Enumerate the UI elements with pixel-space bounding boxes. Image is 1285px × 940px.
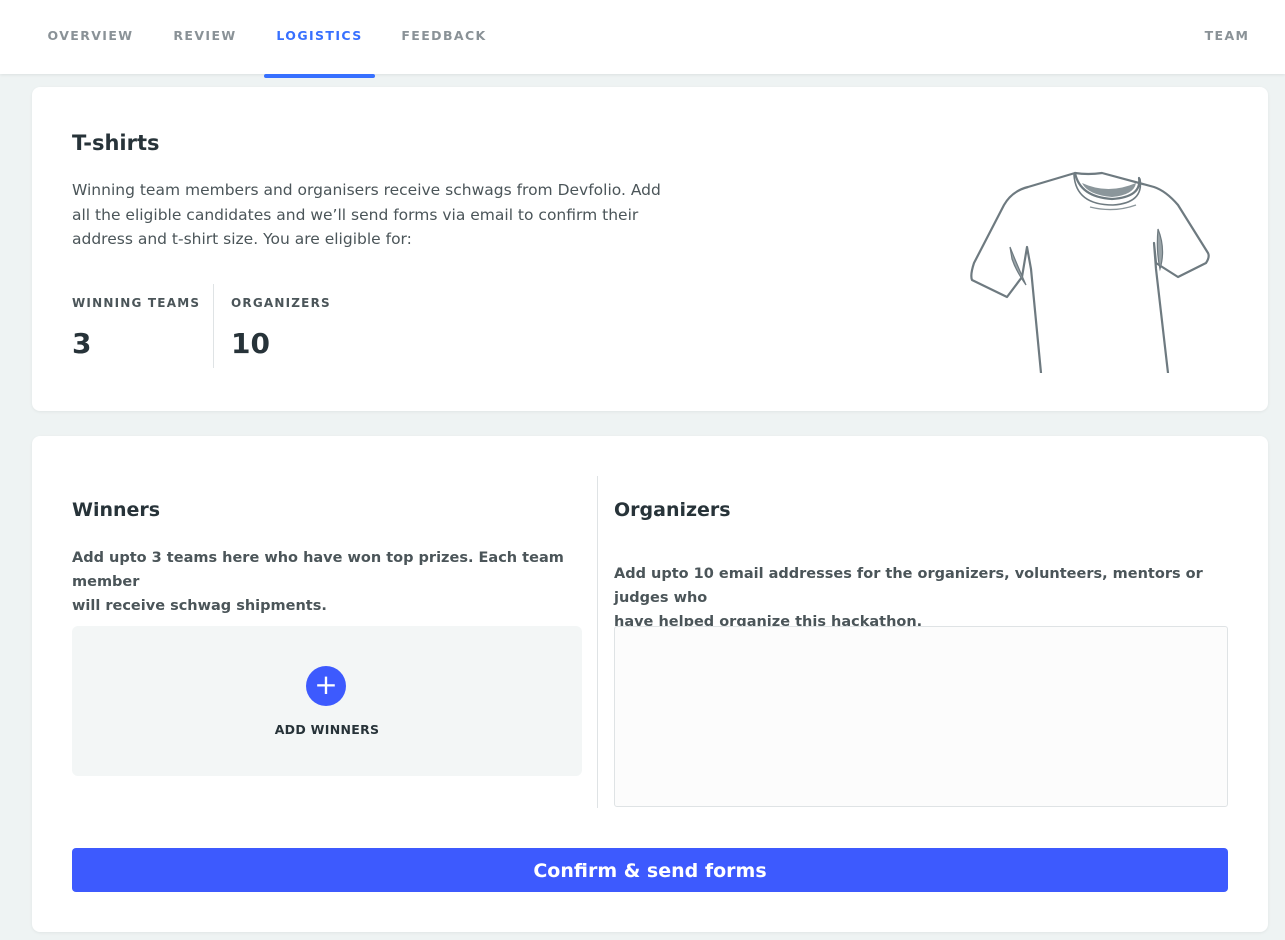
tshirts-card: T-shirts Winning team members and organi… [32, 87, 1268, 411]
tshirts-description-line: address and t-shirt size. You are eligib… [72, 230, 412, 248]
tshirt-icon [970, 171, 1210, 373]
stat-divider [213, 284, 214, 368]
column-divider [597, 476, 598, 808]
organizers-label: ORGANIZERS [231, 296, 331, 310]
recipients-card: Winners Add upto 3 teams here who have w… [32, 436, 1268, 932]
organizer-emails-input[interactable] [614, 626, 1228, 807]
tab-team[interactable]: TEAM [1190, 0, 1264, 74]
winners-description: Add upto 3 teams here who have won top p… [72, 546, 584, 618]
tab-review[interactable]: REVIEW [160, 0, 250, 74]
tab-feedback[interactable]: FEEDBACK [388, 0, 500, 74]
organizers-description: Add upto 10 email addresses for the orga… [614, 562, 1234, 634]
winners-description-line: Add upto 3 teams here who have won top p… [72, 550, 564, 590]
confirm-send-forms-button[interactable]: Confirm & send forms [72, 848, 1228, 892]
tab-overview[interactable]: OVERVIEW [34, 0, 147, 74]
tshirts-description: Winning team members and organisers rece… [72, 178, 712, 252]
tshirts-description-line: Winning team members and organisers rece… [72, 181, 661, 199]
active-tab-indicator [264, 74, 375, 78]
winners-description-line: will receive schwag shipments. [72, 598, 327, 614]
organizers-description-line: Add upto 10 email addresses for the orga… [614, 566, 1203, 606]
tshirts-title: T-shirts [72, 131, 160, 155]
winning-teams-count: 3 [72, 327, 92, 360]
tab-logistics[interactable]: LOGISTICS [264, 0, 375, 74]
organizers-count: 10 [231, 327, 270, 360]
add-winners-label: ADD WINNERS [274, 722, 380, 737]
top-navigation: OVERVIEW REVIEW LOGISTICS FEEDBACK TEAM [0, 0, 1285, 74]
winners-title: Winners [72, 499, 161, 521]
organizers-title: Organizers [614, 499, 731, 521]
tshirts-description-line: all the eligible candidates and we’ll se… [72, 205, 639, 224]
add-winners-button[interactable]: + ADD WINNERS [72, 626, 582, 776]
plus-icon[interactable]: + [306, 666, 346, 706]
winning-teams-label: WINNING TEAMS [72, 296, 201, 310]
